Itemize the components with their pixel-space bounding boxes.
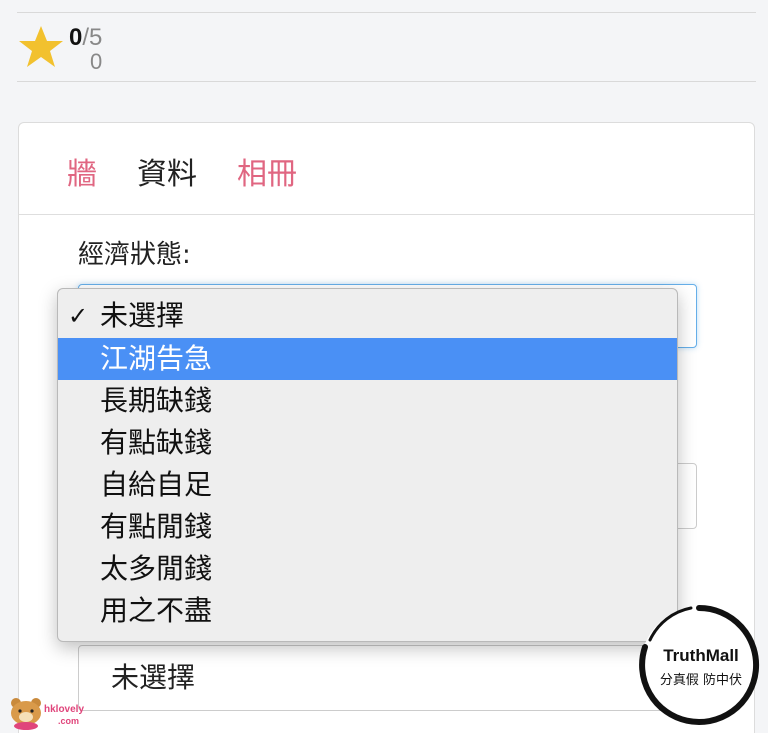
- profile-tabs: 牆 資料 相冊: [19, 123, 754, 215]
- rating-score: 0/5: [69, 24, 102, 52]
- dropdown-option-urgent[interactable]: 江湖告急: [58, 338, 677, 380]
- economic-status-label: 經濟狀態:: [78, 240, 191, 270]
- dropdown-option-self-sufficient[interactable]: 自給自足: [58, 464, 677, 506]
- dropdown-option-some-spare[interactable]: 有點閒錢: [58, 506, 677, 548]
- bear-watermark-domain: .com: [58, 716, 80, 726]
- second-select-value: 未選擇: [111, 661, 196, 694]
- dropdown-option-long-term-short[interactable]: 長期缺錢: [58, 380, 677, 422]
- option-label: 未選擇: [100, 299, 185, 332]
- option-label: 太多閒錢: [100, 552, 213, 585]
- option-label: 有點閒錢: [100, 510, 213, 543]
- rating-summary: 0/5 0: [17, 20, 217, 75]
- economic-status-dropdown: ✓ 未選擇 江湖告急 長期缺錢 有點缺錢 自給自足 有點閒錢 太多閒錢 用之不盡: [57, 288, 678, 642]
- dropdown-option-unselected[interactable]: ✓ 未選擇: [58, 295, 677, 337]
- star-icon: [19, 26, 63, 67]
- tab-album[interactable]: 相冊: [237, 155, 297, 195]
- option-label: 長期缺錢: [100, 384, 213, 417]
- dropdown-option-inexhaustible[interactable]: 用之不盡: [58, 590, 677, 632]
- checkmark-icon: ✓: [68, 302, 89, 330]
- bear-watermark-text: hklovely: [44, 704, 85, 715]
- second-select[interactable]: 未選擇: [78, 645, 697, 711]
- header-divider: [17, 81, 756, 82]
- truthmall-title: TruthMall: [663, 646, 739, 665]
- top-divider: [17, 12, 756, 13]
- truthmall-subtitle: 分真假 防中伏: [659, 673, 743, 688]
- tab-wall[interactable]: 牆: [67, 155, 97, 195]
- rating-max: 5: [89, 24, 103, 51]
- rating-current: 0: [69, 24, 83, 51]
- option-label: 用之不盡: [100, 594, 213, 627]
- option-label: 有點缺錢: [100, 426, 213, 459]
- tab-info[interactable]: 資料: [137, 155, 197, 195]
- option-label: 江湖告急: [100, 342, 213, 375]
- dropdown-option-much-spare[interactable]: 太多閒錢: [58, 548, 677, 590]
- option-label: 自給自足: [100, 468, 213, 501]
- dropdown-option-bit-short[interactable]: 有點缺錢: [58, 422, 677, 464]
- rating-count: 0: [90, 49, 103, 74]
